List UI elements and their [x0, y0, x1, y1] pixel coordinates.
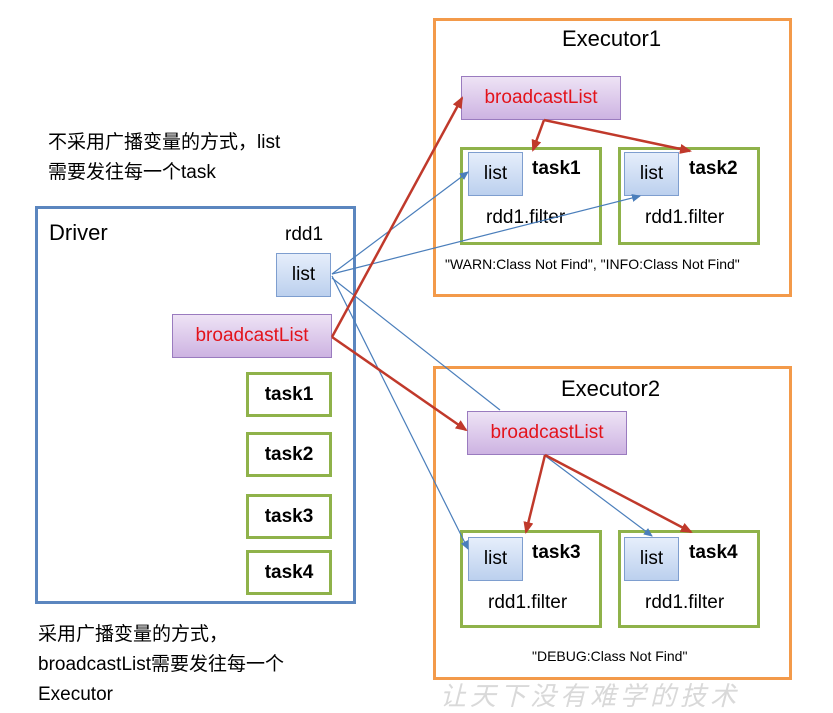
- broadcast-e1-to-task2: [543, 118, 692, 154]
- broadcast-e2-to-task3: [523, 454, 547, 534]
- broadcast-arrow-to-executor2: [331, 335, 468, 432]
- list-arrow-to-task1: [331, 171, 469, 275]
- list-arrow-to-task3: [331, 275, 469, 550]
- list-arrow-to-task4-cont: [543, 454, 653, 537]
- broadcast-arrow-to-executor1: [330, 96, 464, 338]
- arrows-layer: [330, 96, 693, 550]
- list-arrow-to-task2: [331, 194, 641, 275]
- broadcast-e1-to-task1: [531, 119, 546, 152]
- list-arrow-to-task4: [331, 277, 501, 411]
- broadcast-e2-to-task4: [544, 453, 693, 534]
